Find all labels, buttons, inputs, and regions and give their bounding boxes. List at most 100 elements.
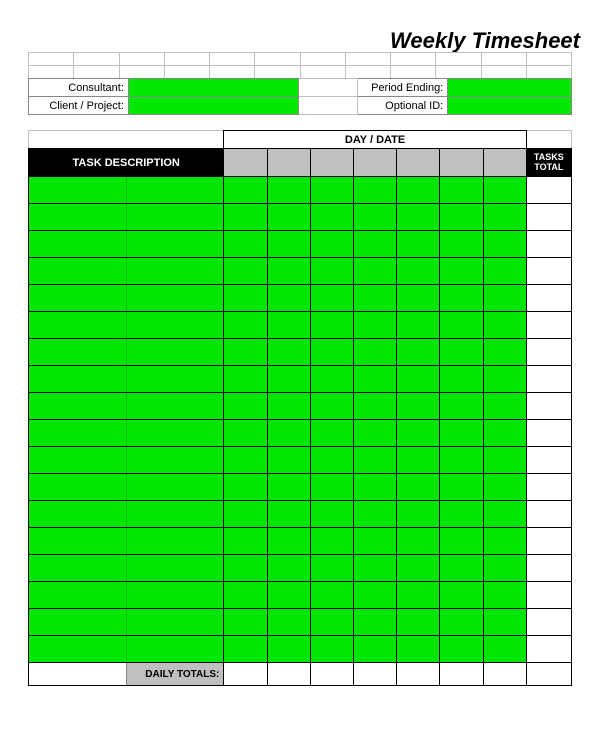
day-cell[interactable] bbox=[224, 528, 267, 555]
task-desc-cell[interactable] bbox=[29, 285, 224, 312]
day-cell[interactable] bbox=[310, 636, 353, 663]
day-cell[interactable] bbox=[267, 609, 310, 636]
day-cell[interactable] bbox=[224, 393, 267, 420]
day-cell[interactable] bbox=[353, 555, 396, 582]
day-cell[interactable] bbox=[353, 177, 396, 204]
task-desc-cell[interactable] bbox=[29, 420, 224, 447]
day-cell[interactable] bbox=[483, 231, 526, 258]
day-cell[interactable] bbox=[353, 420, 396, 447]
task-desc-cell[interactable] bbox=[29, 258, 224, 285]
day-cell[interactable] bbox=[483, 528, 526, 555]
day-cell[interactable] bbox=[224, 582, 267, 609]
day-cell[interactable] bbox=[224, 474, 267, 501]
day-cell[interactable] bbox=[353, 474, 396, 501]
day-cell[interactable] bbox=[397, 420, 440, 447]
day-cell[interactable] bbox=[483, 474, 526, 501]
period-ending-input[interactable] bbox=[448, 79, 572, 97]
day-cell[interactable] bbox=[440, 285, 483, 312]
day-cell[interactable] bbox=[224, 555, 267, 582]
task-desc-cell[interactable] bbox=[29, 636, 224, 663]
day-cell[interactable] bbox=[267, 636, 310, 663]
task-desc-cell[interactable] bbox=[29, 231, 224, 258]
day-cell[interactable] bbox=[440, 582, 483, 609]
day-cell[interactable] bbox=[310, 177, 353, 204]
day-cell[interactable] bbox=[483, 204, 526, 231]
day-cell[interactable] bbox=[397, 312, 440, 339]
day-cell[interactable] bbox=[224, 609, 267, 636]
task-desc-cell[interactable] bbox=[29, 582, 224, 609]
day-cell[interactable] bbox=[353, 285, 396, 312]
day-cell[interactable] bbox=[267, 582, 310, 609]
day-cell[interactable] bbox=[224, 312, 267, 339]
day-cell[interactable] bbox=[440, 636, 483, 663]
day-cell[interactable] bbox=[440, 339, 483, 366]
day-cell[interactable] bbox=[397, 366, 440, 393]
day-cell[interactable] bbox=[483, 555, 526, 582]
day-cell[interactable] bbox=[353, 609, 396, 636]
day-cell[interactable] bbox=[267, 312, 310, 339]
day-cell[interactable] bbox=[397, 285, 440, 312]
day-cell[interactable] bbox=[267, 258, 310, 285]
task-desc-cell[interactable] bbox=[29, 528, 224, 555]
task-desc-cell[interactable] bbox=[29, 474, 224, 501]
day-cell[interactable] bbox=[310, 231, 353, 258]
day-cell[interactable] bbox=[310, 285, 353, 312]
day-cell[interactable] bbox=[483, 420, 526, 447]
day-cell[interactable] bbox=[440, 447, 483, 474]
day-cell[interactable] bbox=[353, 393, 396, 420]
day-cell[interactable] bbox=[310, 474, 353, 501]
day-cell[interactable] bbox=[224, 204, 267, 231]
day-cell[interactable] bbox=[483, 312, 526, 339]
day-cell[interactable] bbox=[224, 177, 267, 204]
day-cell[interactable] bbox=[267, 393, 310, 420]
day-cell[interactable] bbox=[224, 258, 267, 285]
day-cell[interactable] bbox=[483, 636, 526, 663]
day-cell[interactable] bbox=[483, 393, 526, 420]
day-cell[interactable] bbox=[397, 339, 440, 366]
day-cell[interactable] bbox=[224, 285, 267, 312]
day-cell[interactable] bbox=[397, 258, 440, 285]
task-desc-cell[interactable] bbox=[29, 501, 224, 528]
task-desc-cell[interactable] bbox=[29, 312, 224, 339]
day-cell[interactable] bbox=[353, 312, 396, 339]
day-cell[interactable] bbox=[397, 636, 440, 663]
task-desc-cell[interactable] bbox=[29, 177, 224, 204]
task-desc-cell[interactable] bbox=[29, 447, 224, 474]
day-cell[interactable] bbox=[440, 177, 483, 204]
day-cell[interactable] bbox=[483, 258, 526, 285]
day-cell[interactable] bbox=[224, 501, 267, 528]
day-cell[interactable] bbox=[310, 258, 353, 285]
day-cell[interactable] bbox=[267, 231, 310, 258]
day-cell[interactable] bbox=[397, 501, 440, 528]
day-cell[interactable] bbox=[310, 609, 353, 636]
day-cell[interactable] bbox=[353, 366, 396, 393]
day-cell[interactable] bbox=[310, 339, 353, 366]
day-cell[interactable] bbox=[310, 555, 353, 582]
day-cell[interactable] bbox=[310, 420, 353, 447]
day-cell[interactable] bbox=[353, 339, 396, 366]
day-cell[interactable] bbox=[267, 501, 310, 528]
day-cell[interactable] bbox=[310, 393, 353, 420]
day-cell[interactable] bbox=[440, 312, 483, 339]
day-cell[interactable] bbox=[440, 555, 483, 582]
day-cell[interactable] bbox=[267, 366, 310, 393]
day-cell[interactable] bbox=[267, 285, 310, 312]
day-cell[interactable] bbox=[310, 528, 353, 555]
task-desc-cell[interactable] bbox=[29, 609, 224, 636]
day-cell[interactable] bbox=[267, 555, 310, 582]
day-cell[interactable] bbox=[353, 231, 396, 258]
day-cell[interactable] bbox=[267, 420, 310, 447]
day-cell[interactable] bbox=[397, 609, 440, 636]
day-cell[interactable] bbox=[483, 501, 526, 528]
day-cell[interactable] bbox=[440, 366, 483, 393]
day-cell[interactable] bbox=[353, 582, 396, 609]
day-cell[interactable] bbox=[483, 447, 526, 474]
optional-id-input[interactable] bbox=[448, 97, 572, 115]
task-desc-cell[interactable] bbox=[29, 393, 224, 420]
day-cell[interactable] bbox=[397, 555, 440, 582]
task-desc-cell[interactable] bbox=[29, 204, 224, 231]
day-cell[interactable] bbox=[440, 609, 483, 636]
day-cell[interactable] bbox=[224, 231, 267, 258]
day-cell[interactable] bbox=[310, 582, 353, 609]
day-cell[interactable] bbox=[310, 366, 353, 393]
